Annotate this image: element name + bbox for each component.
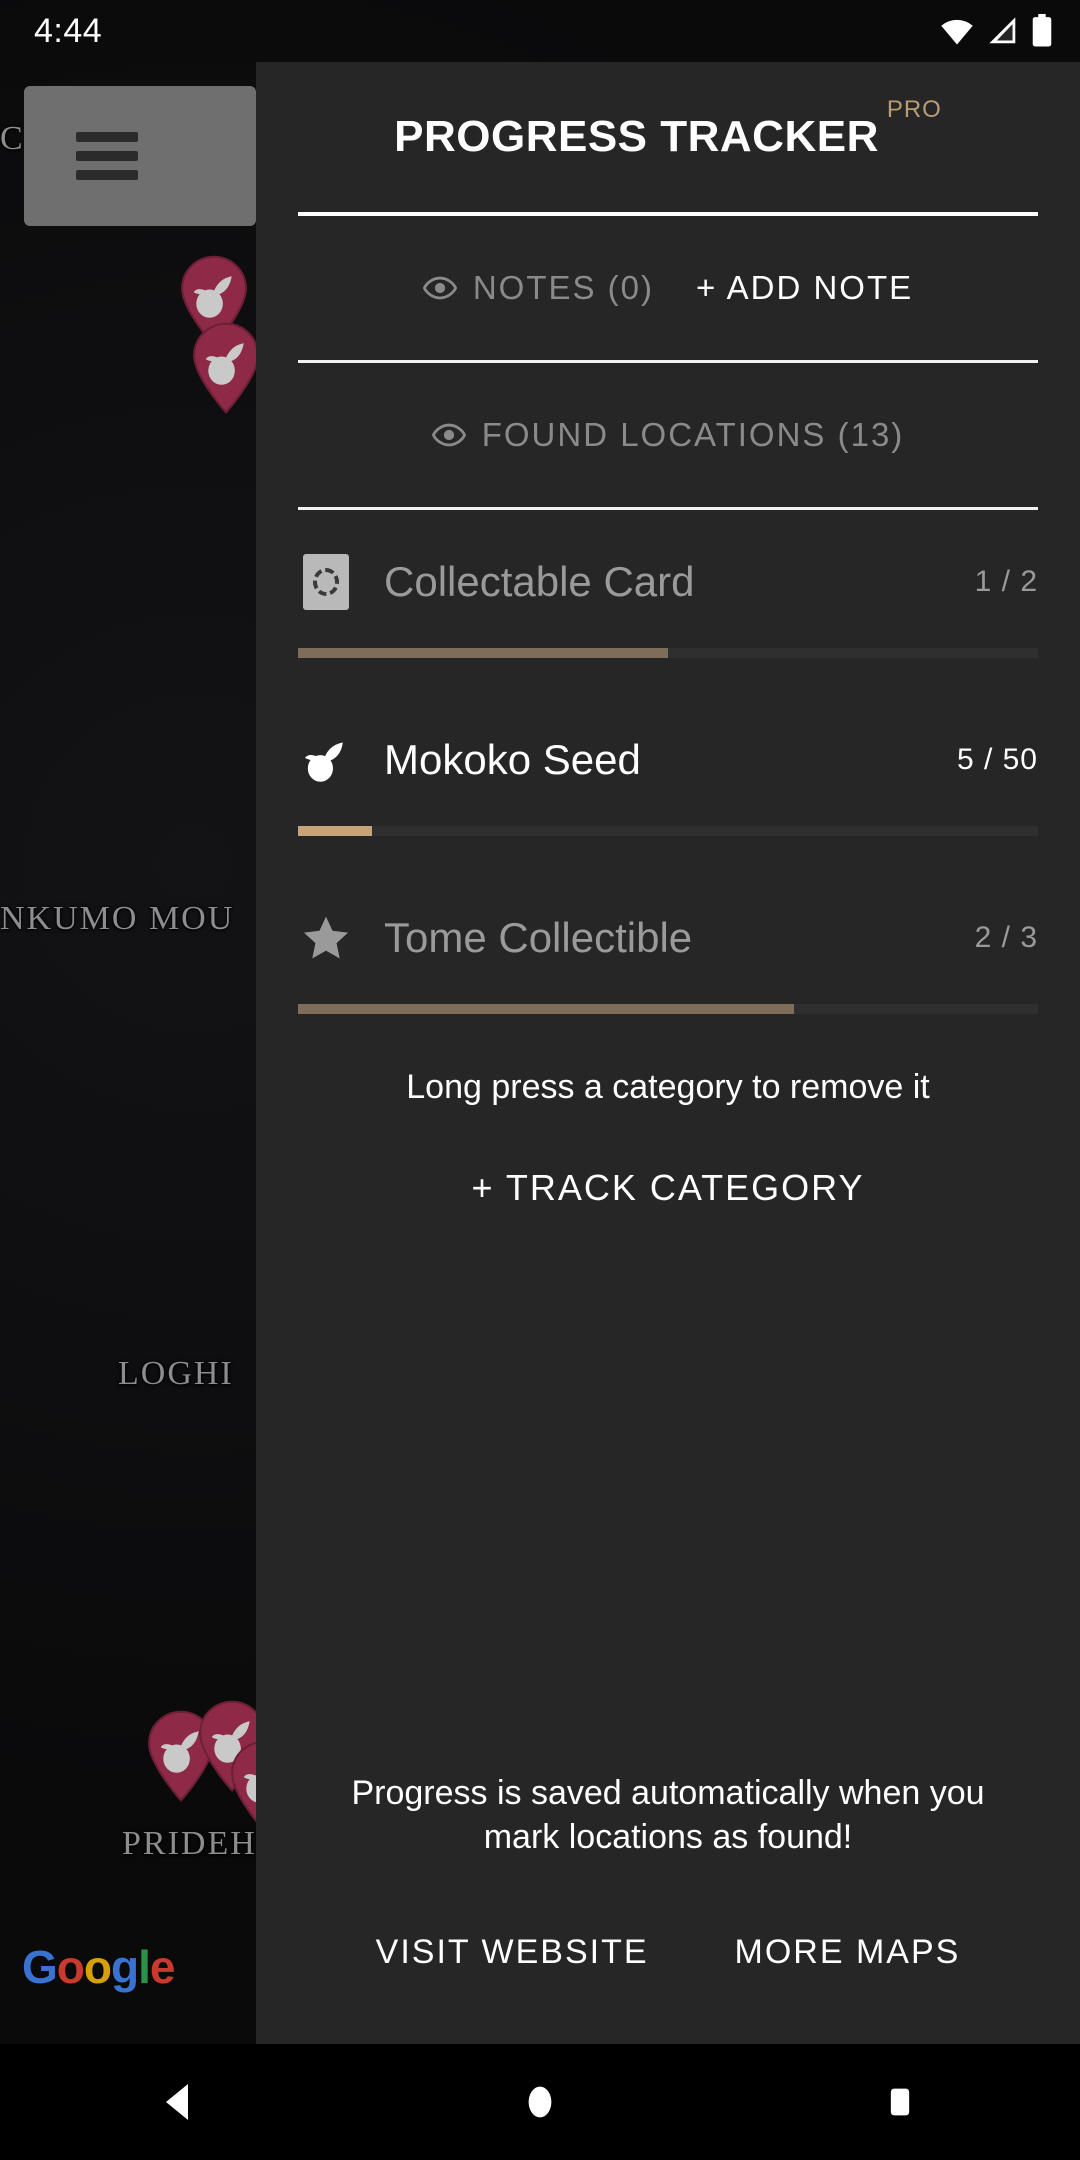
wifi-icon (941, 19, 973, 45)
recents-square-icon (890, 2088, 910, 2116)
category-count: 5 / 50 (956, 743, 1038, 776)
status-bar-clock: 4:44 (34, 11, 103, 50)
google-attribution-logo: Google (22, 1940, 176, 1994)
google-letter: G (22, 1941, 58, 1993)
category-header[interactable]: Mokoko Seed 5 / 50 (298, 704, 1038, 816)
hamburger-menu-button[interactable] (24, 86, 256, 226)
collectable-card-icon (303, 554, 349, 610)
track-category-button[interactable]: + TRACK CATEGORY (298, 1167, 1038, 1209)
nav-recents-button[interactable] (840, 2044, 960, 2160)
star-icon (303, 916, 349, 959)
category-row[interactable]: Mokoko Seed 5 / 50 (298, 704, 1038, 836)
more-maps-link[interactable]: MORE MAPS (735, 1933, 961, 1972)
category-name: Tome Collectible (384, 914, 693, 961)
visit-website-link[interactable]: VISIT WEBSITE (376, 1933, 649, 1972)
eye-icon (422, 276, 457, 300)
category-row[interactable]: Tome Collectible 2 / 3 (298, 882, 1038, 1014)
google-letter: o (83, 1941, 112, 1993)
phone-screen: NKUMO MOU LOGHI PRIDEH C Google 4:44 PRO… (0, 0, 1080, 2160)
panel-header: PROGRESS TRACKER PRO (298, 62, 1038, 212)
map-label: LOGHI (118, 1355, 234, 1392)
cellular-signal-icon (989, 17, 1016, 44)
google-letter: l (138, 1941, 151, 1993)
android-nav-bar (0, 2044, 1080, 2160)
google-letter: e (149, 1941, 176, 1993)
map-pin-mokoko-seed[interactable] (190, 322, 262, 414)
found-locations-row[interactable]: FOUND LOCATIONS (13) (298, 363, 1038, 507)
footer-links: VISIT WEBSITE MORE MAPS (298, 1933, 1038, 1972)
nav-home-button[interactable] (480, 2044, 600, 2160)
found-locations-toggle[interactable]: FOUND LOCATIONS (13) (431, 416, 905, 454)
category-progress-bar (298, 1004, 1038, 1014)
pro-badge: PRO (886, 96, 942, 123)
battery-icon (1032, 14, 1052, 47)
panel-spacer (298, 1209, 1038, 1771)
category-row[interactable]: Collectable Card 1 / 2 (298, 526, 1038, 658)
mokoko-seed-icon (305, 742, 343, 782)
category-progress-fill (298, 1004, 794, 1014)
category-progress-bar (298, 826, 1038, 836)
add-note-button[interactable]: + ADD NOTE (696, 269, 913, 307)
eye-icon (431, 423, 466, 447)
progress-tracker-panel: PROGRESS TRACKER PRO NOTES (0) + ADD NOT… (256, 62, 1080, 2044)
status-bar-icons (938, 14, 1054, 48)
category-header[interactable]: Collectable Card 1 / 2 (298, 526, 1038, 638)
notes-row: NOTES (0) + ADD NOTE (298, 216, 1038, 360)
status-bar: 4:44 (0, 0, 1080, 62)
category-icon (298, 732, 354, 788)
notes-label: NOTES (0) (472, 269, 655, 306)
category-list: Collectable Card 1 / 2 Mokoko Seed 5 / 50 To… (298, 510, 1038, 1060)
google-letter: g (111, 1941, 139, 1993)
category-icon (298, 910, 354, 966)
notes-toggle[interactable]: NOTES (0) (422, 269, 655, 307)
hamburger-menu-icon (76, 123, 138, 189)
home-circle-icon (528, 2086, 552, 2118)
map-label: NKUMO MOU (0, 900, 235, 937)
google-letter: o (56, 1941, 85, 1993)
category-name: Collectable Card (384, 558, 695, 605)
category-progress-fill (298, 826, 372, 836)
map-label: C (0, 120, 25, 157)
long-press-hint: Long press a category to remove it (406, 1068, 930, 1106)
category-header[interactable]: Tome Collectible 2 / 3 (298, 882, 1038, 994)
category-progress-bar (298, 648, 1038, 658)
category-count: 2 / 3 (974, 921, 1038, 954)
page-title: PROGRESS TRACKER (394, 112, 879, 161)
back-triangle-icon (166, 2084, 188, 2120)
found-locations-label: FOUND LOCATIONS (13) (481, 416, 905, 453)
category-name: Mokoko Seed (384, 736, 641, 783)
nav-back-button[interactable] (120, 2044, 240, 2160)
auto-save-note: Progress is saved automatically when you… (351, 1773, 985, 1856)
category-progress-fill (298, 648, 668, 658)
category-count: 1 / 2 (974, 565, 1038, 598)
category-icon (298, 554, 354, 610)
